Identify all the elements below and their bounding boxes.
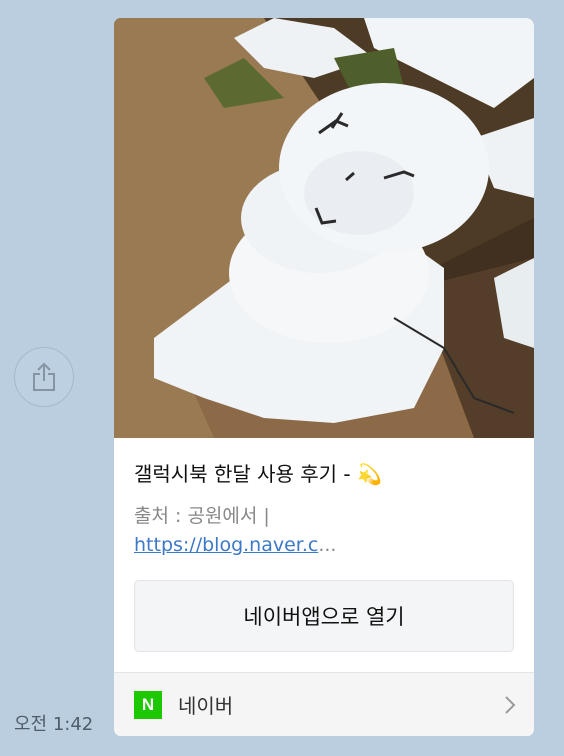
- footer-label: 네이버: [178, 694, 234, 718]
- source-ellipsis: ...: [318, 534, 337, 556]
- link-source: 출처 : 공원에서 | https://blog.naver.c...: [134, 502, 394, 560]
- message-timestamp: 오전 1:42: [14, 714, 94, 735]
- chevron-right-icon: [505, 696, 516, 714]
- share-icon: [33, 362, 55, 391]
- source-prefix: 출처 : 공원에서 |: [134, 505, 270, 527]
- share-button[interactable]: [14, 347, 74, 407]
- link-preview-image[interactable]: [114, 18, 534, 438]
- open-in-naver-app-button[interactable]: 네이버앱으로 열기: [134, 580, 514, 652]
- naver-logo-icon: N: [134, 690, 162, 719]
- link-preview-card[interactable]: 갤럭시북 한달 사용 후기 - 💫 출처 : 공원에서 | https://bl…: [114, 18, 534, 736]
- link-card-footer[interactable]: N 네이버: [114, 672, 534, 736]
- source-link[interactable]: https://blog.naver.c: [134, 534, 318, 556]
- link-title: 갤럭시북 한달 사용 후기 - 💫: [134, 462, 382, 486]
